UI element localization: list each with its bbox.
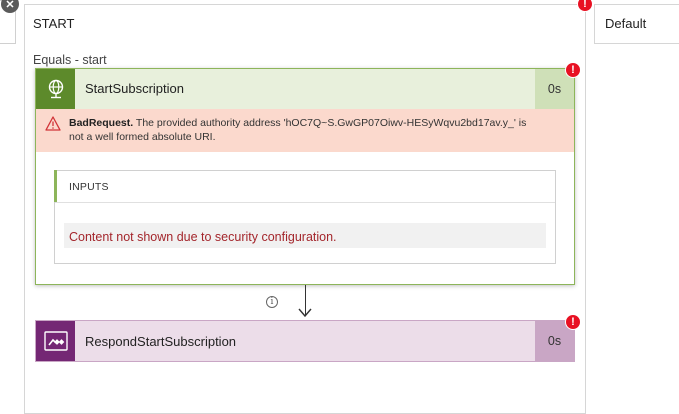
error-message: BadRequest. The provided authority addre…: [69, 116, 539, 144]
error-code: BadRequest.: [69, 117, 134, 129]
info-icon[interactable]: i: [266, 296, 278, 308]
respond-start-subscription-title[interactable]: RespondStartSubscription: [85, 334, 236, 349]
start-case-error-icon[interactable]: !: [577, 0, 593, 12]
inputs-section: [54, 170, 556, 264]
start-subscription-title[interactable]: StartSubscription: [85, 81, 184, 96]
close-icon[interactable]: ✕: [1, 0, 19, 13]
secure-content-message: Content not shown due to security config…: [69, 230, 337, 244]
globe-icon: [36, 69, 75, 109]
start-subscription-error-icon[interactable]: !: [565, 62, 581, 78]
inputs-label: INPUTS: [69, 181, 109, 193]
warning-icon: [45, 116, 61, 131]
inputs-divider: [55, 202, 555, 203]
respond-start-subscription-error-icon[interactable]: !: [565, 314, 581, 330]
error-description: The provided authority address 'hOC7Q~S.…: [69, 117, 527, 143]
condition-label: Equals - start: [33, 53, 107, 67]
response-icon: [36, 321, 75, 361]
inputs-accent-bar: [54, 170, 57, 202]
arrow-down-icon: [298, 308, 312, 318]
start-case-title[interactable]: START: [33, 16, 74, 31]
default-case-title[interactable]: Default: [605, 16, 646, 31]
